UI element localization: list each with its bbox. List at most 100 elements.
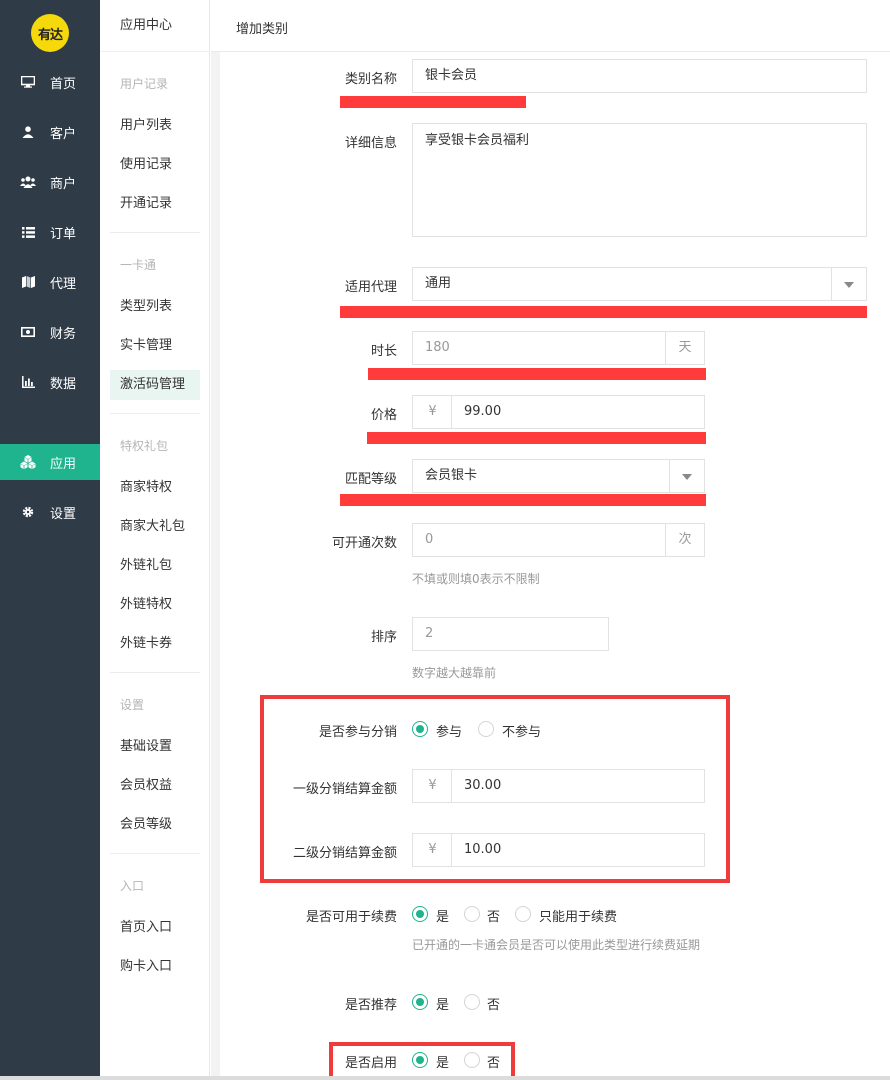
level1-currency-prefix: ¥ [412, 769, 453, 803]
submenu-title: 应用中心 [100, 0, 210, 52]
nav-item-orders[interactable]: 订单 [0, 214, 100, 250]
duration-input[interactable]: 180 [412, 331, 667, 365]
radio-label: 否 [487, 1056, 501, 1071]
nav-item-agents[interactable]: 代理 [0, 264, 100, 300]
sort-label: 排序 [370, 630, 397, 645]
submenu-item-external-privilege[interactable]: 外链特权 [110, 590, 200, 620]
nav-item-apps[interactable]: 应用 [0, 444, 100, 480]
enable-radio-yes[interactable] [412, 1052, 428, 1068]
level2-amount-label: 二级分销结算金额 [292, 846, 397, 861]
submenu-item-external-gift[interactable]: 外链礼包 [110, 551, 200, 581]
price-label: 价格 [370, 408, 397, 423]
radio-label: 是 [436, 1056, 450, 1071]
chevron-down-icon[interactable] [682, 474, 692, 480]
enable-label: 是否启用 [344, 1056, 397, 1071]
distribution-label: 是否参与分销 [318, 725, 397, 740]
radio-label: 是 [436, 998, 450, 1013]
price-currency-prefix: ¥ [412, 395, 453, 429]
highlight-bar [367, 432, 706, 444]
nav-item-settings[interactable]: 设置 [0, 494, 100, 530]
submenu-divider [110, 672, 200, 673]
nav-label: 代理 [50, 276, 77, 292]
enable-radio-no[interactable] [464, 1052, 480, 1068]
nav-label: 设置 [50, 506, 77, 522]
submenu-group-label: 特权礼包 [120, 439, 169, 453]
page-header: 增加类别 [211, 0, 890, 52]
app-submenu: 应用中心 用户记录 用户列表 使用记录 开通记录 一卡通 类型列表 实卡管理 激… [100, 0, 210, 1080]
horizontal-scrollbar[interactable] [0, 1076, 890, 1080]
renew-radio-renew-only[interactable] [515, 906, 531, 922]
nav-label: 财务 [50, 326, 77, 342]
main-sidebar: 有达 首页 客户 商户 订单 代理 财务 数据 应用 设置 [0, 0, 100, 1080]
submenu-group-label: 入口 [120, 879, 145, 893]
open-times-input[interactable]: 0 [412, 523, 667, 557]
submenu-item-basic-settings[interactable]: 基础设置 [110, 732, 200, 762]
select-divider [669, 460, 670, 492]
renew-help: 已开通的一卡通会员是否可以使用此类型进行续费延期 [412, 938, 701, 952]
submenu-item-activation-codes[interactable]: 激活码管理 [110, 370, 200, 400]
submenu-item-buy-card-entry[interactable]: 购卡入口 [110, 952, 200, 982]
nav-item-finance[interactable]: 财务 [0, 314, 100, 350]
submenu-item-usage-records[interactable]: 使用记录 [110, 150, 200, 180]
nav-label: 应用 [50, 456, 77, 472]
recommend-radio-no[interactable] [464, 994, 480, 1010]
submenu-item-home-entry[interactable]: 首页入口 [110, 913, 200, 943]
distribution-radio-yes[interactable] [412, 721, 428, 737]
level-select[interactable]: 会员银卡 [412, 459, 705, 493]
agent-label: 适用代理 [344, 280, 397, 295]
submenu-item-external-coupon[interactable]: 外链卡券 [110, 629, 200, 659]
category-name-input[interactable]: 银卡会员 [412, 59, 867, 93]
level2-amount-input[interactable]: 10.00 [451, 833, 705, 867]
radio-label: 是 [436, 910, 450, 925]
submenu-item-merchant-privilege[interactable]: 商家特权 [110, 473, 200, 503]
category-name-label: 类别名称 [344, 72, 397, 87]
detail-label: 详细信息 [344, 136, 397, 151]
recommend-radio-yes[interactable] [412, 994, 428, 1010]
nav-item-merchants[interactable]: 商户 [0, 164, 100, 200]
user-icon [20, 124, 36, 140]
highlight-bar [340, 494, 706, 506]
open-times-unit: 次 [665, 523, 705, 557]
renew-radio-yes[interactable] [412, 906, 428, 922]
submenu-group-label: 用户记录 [120, 77, 169, 91]
nav-item-customers[interactable]: 客户 [0, 114, 100, 150]
agent-select[interactable]: 通用 [412, 267, 867, 301]
users-icon [20, 174, 36, 190]
submenu-divider [110, 413, 200, 414]
duration-unit: 天 [665, 331, 705, 365]
nav-label: 首页 [50, 76, 77, 92]
detail-textarea[interactable]: 享受银卡会员福利 [412, 123, 867, 237]
main-content: 增加类别 类别名称 银卡会员 详细信息 享受银卡会员福利 适用代理 通用 时长 … [211, 0, 890, 1080]
renew-label: 是否可用于续费 [305, 910, 397, 925]
nav-item-home[interactable]: 首页 [0, 64, 100, 100]
sort-help: 数字越大越靠前 [412, 666, 497, 680]
radio-label: 否 [487, 998, 501, 1013]
submenu-item-member-levels[interactable]: 会员等级 [110, 810, 200, 840]
nav-label: 商户 [50, 176, 77, 192]
level1-amount-input[interactable]: 30.00 [451, 769, 705, 803]
open-times-label: 可开通次数 [331, 536, 397, 551]
price-input[interactable]: 99.00 [451, 395, 705, 429]
chevron-down-icon[interactable] [844, 282, 854, 288]
submenu-group-label: 一卡通 [120, 258, 157, 272]
submenu-item-type-list[interactable]: 类型列表 [110, 292, 200, 322]
select-divider [831, 268, 832, 300]
submenu-item-user-list[interactable]: 用户列表 [110, 111, 200, 141]
renew-radio-no[interactable] [464, 906, 480, 922]
submenu-item-merchant-gift[interactable]: 商家大礼包 [110, 512, 200, 542]
submenu-item-open-records[interactable]: 开通记录 [110, 189, 200, 219]
submenu-divider [110, 232, 200, 233]
nav-item-data[interactable]: 数据 [0, 364, 100, 400]
recommend-label: 是否推荐 [344, 998, 397, 1013]
radio-label: 只能用于续费 [539, 910, 618, 925]
nav-label: 订单 [50, 226, 77, 242]
brand-logo[interactable]: 有达 [31, 14, 69, 52]
distribution-radio-no[interactable] [478, 721, 494, 737]
cubes-icon [20, 454, 36, 470]
highlight-bar [340, 306, 867, 318]
submenu-item-card-management[interactable]: 实卡管理 [110, 331, 200, 361]
open-times-help: 不填或则填0表示不限制 [412, 572, 540, 586]
sort-input[interactable]: 2 [412, 617, 609, 651]
level-label: 匹配等级 [344, 472, 397, 487]
submenu-item-member-benefits[interactable]: 会员权益 [110, 771, 200, 801]
